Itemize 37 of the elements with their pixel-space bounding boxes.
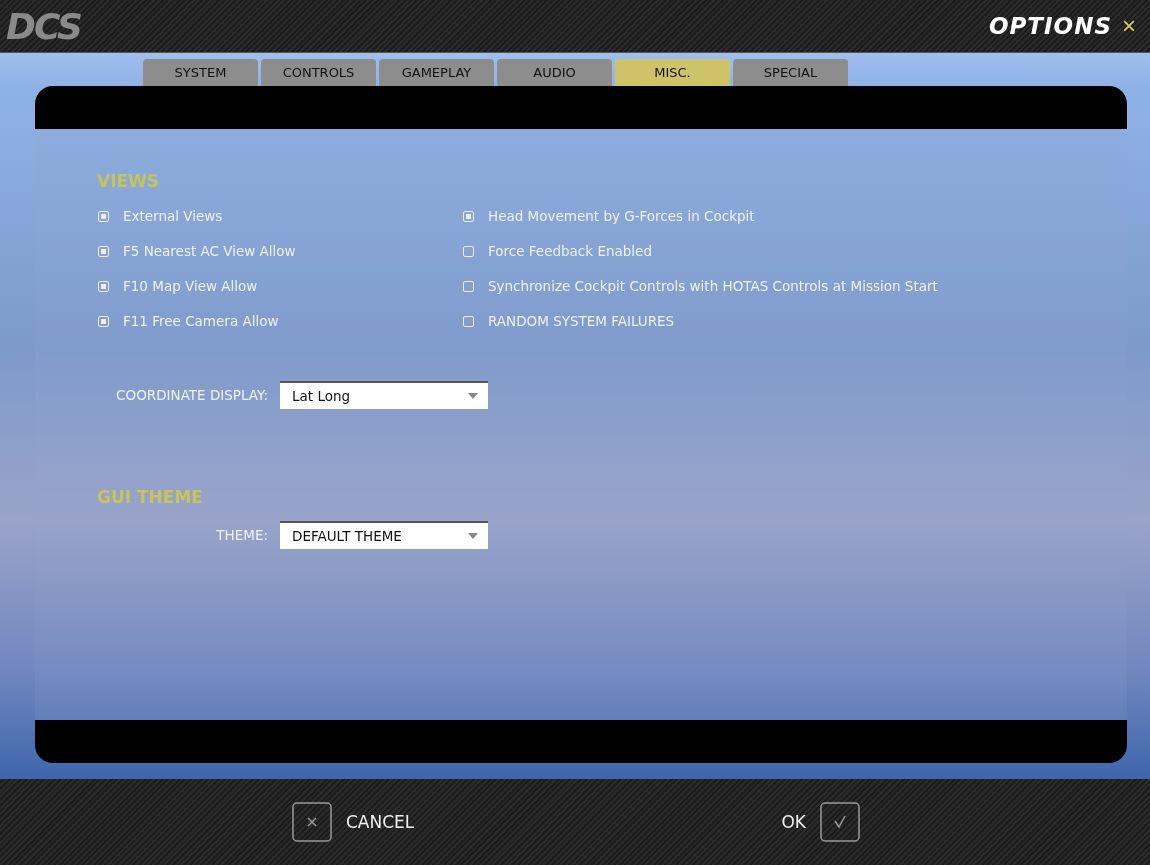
logo: DCS (6, 5, 81, 47)
checkbox[interactable] (463, 280, 474, 292)
checkbox[interactable] (98, 245, 109, 257)
checkbox[interactable] (463, 315, 474, 327)
dropdown[interactable]: DEFAULT THEME (280, 521, 488, 549)
section-heading: GUI THEME (97, 487, 204, 507)
checkbox[interactable] (463, 210, 474, 222)
option-label: F11 Free Camera Allow (123, 313, 279, 329)
ok-button[interactable]: OK (781, 802, 860, 842)
check-icon (820, 802, 860, 842)
tab[interactable]: SPECIAL (733, 59, 848, 86)
checkbox[interactable] (98, 280, 109, 292)
window-title: OPTIONS (988, 13, 1112, 39)
option-label: External Views (123, 208, 223, 224)
field-label: COORDINATE DISPLAY: (115, 387, 268, 403)
close-button[interactable]: × (1122, 14, 1136, 38)
tab[interactable]: SYSTEM (143, 59, 258, 86)
checkbox[interactable] (463, 245, 474, 257)
dropdown[interactable]: Lat Long (280, 381, 488, 409)
checkbox[interactable] (98, 315, 109, 327)
tab[interactable]: MISC. (615, 59, 730, 86)
option-label: RANDOM SYSTEM FAILURES (488, 313, 675, 329)
option-label: F5 Nearest AC View Allow (123, 243, 296, 259)
option-label: F10 Map View Allow (123, 278, 258, 294)
checkbox[interactable] (98, 210, 109, 222)
section-heading: VIEWS (97, 171, 161, 191)
field-label: THEME: (215, 527, 268, 543)
caret-icon (468, 533, 478, 539)
caret-icon (468, 393, 478, 399)
option-label: Force Feedback Enabled (488, 243, 652, 259)
cancel-button[interactable]: CANCEL (292, 802, 415, 842)
option-label: Head Movement by G-Forces in Cockpit (488, 208, 755, 224)
tab[interactable]: CONTROLS (261, 59, 376, 86)
tab[interactable]: GAMEPLAY (379, 59, 494, 86)
option-label: Synchronize Cockpit Controls with HOTAS Controls at Mission Start (488, 278, 938, 294)
tab[interactable]: AUDIO (497, 59, 612, 86)
close-icon (292, 802, 332, 842)
